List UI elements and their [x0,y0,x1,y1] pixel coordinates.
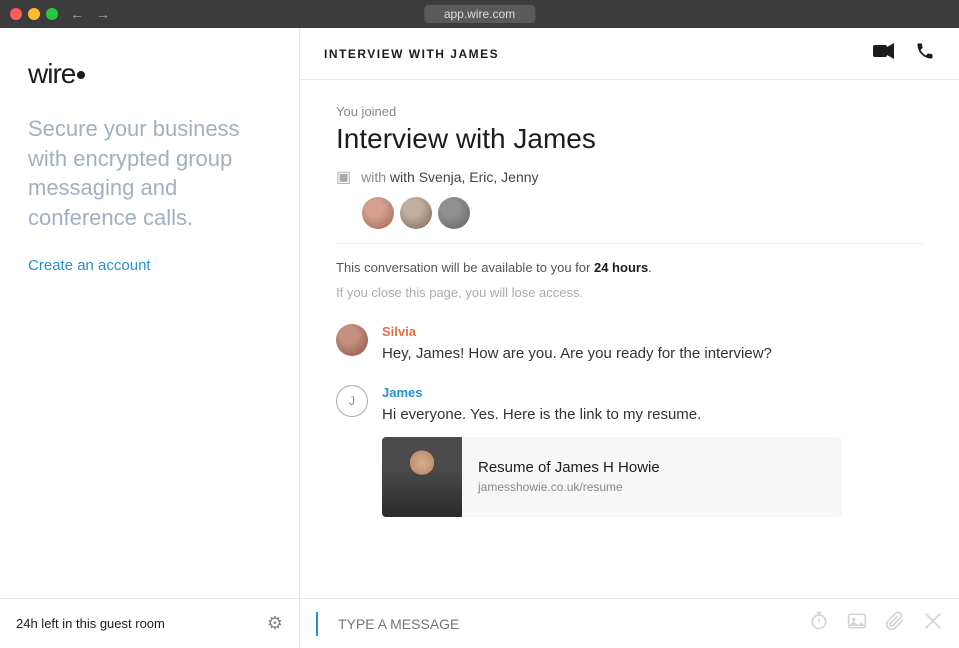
timer-icon[interactable] [809,611,829,636]
input-icons [809,611,943,636]
image-icon[interactable] [847,611,867,636]
availability-notice: This conversation will be available to y… [336,243,923,279]
chat-bubble-icon: ▣ [336,167,351,187]
phone-call-icon[interactable] [915,41,935,67]
chat-header: INTERVIEW WITH JAMES [300,28,959,80]
message-row: Silvia Hey, James! How are you. Are you … [336,324,923,366]
chat-messages: You joined Interview with James ▣ with w… [300,80,959,598]
message-content: Silvia Hey, James! How are you. Are you … [382,324,923,366]
settings-icon[interactable]: ⚙ [267,613,283,634]
input-divider [316,612,318,636]
chat-header-actions [873,41,935,67]
create-account-link[interactable]: Create an account [28,257,271,274]
with-line: ▣ with with Svenja, Eric, Jenny [336,167,923,187]
sidebar-tagline: Secure your business with encrypted grou… [28,114,271,233]
chat-area: INTERVIEW WITH JAMES You joi [300,28,959,648]
resume-title: Resume of James H Howie [478,459,660,476]
availability-sub: If you close this page, you will lose ac… [336,285,923,300]
back-button[interactable]: ← [68,6,86,22]
window-controls [10,8,58,20]
message-text: Hey, James! How are you. Are you ready f… [382,343,923,366]
resume-url: jamesshowie.co.uk/resume [478,480,660,494]
close-button[interactable] [10,8,22,20]
wire-logo: wire [28,58,271,90]
avatar-james: J [336,385,368,417]
chat-input-area [300,598,959,648]
avatar-jenny [438,197,470,229]
avatar-svenja [362,197,394,229]
logo-dot [77,71,85,79]
minimize-button[interactable] [28,8,40,20]
url-bar[interactable]: app.wire.com [424,5,535,23]
video-call-icon[interactable] [873,42,895,65]
more-options-icon[interactable] [923,611,943,636]
sidebar-footer: 24h left in this guest room ⚙ [0,598,299,648]
message-input[interactable] [330,616,797,632]
join-notice: You joined Interview with James ▣ with w… [336,104,923,300]
message-sender: James [382,385,923,400]
message-sender: Silvia [382,324,923,339]
sidebar: wire Secure your business with encrypted… [0,28,300,648]
maximize-button[interactable] [46,8,58,20]
avatar-silvia [336,324,368,356]
attachment-icon[interactable] [885,611,905,636]
participant-avatars [362,197,923,229]
interview-title: Interview with James [336,123,923,155]
guest-timer-label: 24h left in this guest room [16,616,165,631]
message-row: J James Hi everyone. Yes. Here is the li… [336,385,923,517]
joined-text: You joined [336,104,923,119]
message-content: James Hi everyone. Yes. Here is the link… [382,385,923,517]
app-container: wire Secure your business with encrypted… [0,28,959,648]
chat-title: INTERVIEW WITH JAMES [324,47,499,61]
forward-button[interactable]: → [94,6,112,22]
resume-person-photo [382,437,462,517]
message-text: Hi everyone. Yes. Here is the link to my… [382,404,923,427]
titlebar: ← → app.wire.com [0,0,959,28]
resume-image [382,437,462,517]
resume-card[interactable]: Resume of James H Howie jamesshowie.co.u… [382,437,842,517]
avatar-eric [400,197,432,229]
with-text: with with Svenja, Eric, Jenny [361,169,538,185]
resume-info: Resume of James H Howie jamesshowie.co.u… [462,437,676,517]
browser-nav: ← → [68,6,112,22]
